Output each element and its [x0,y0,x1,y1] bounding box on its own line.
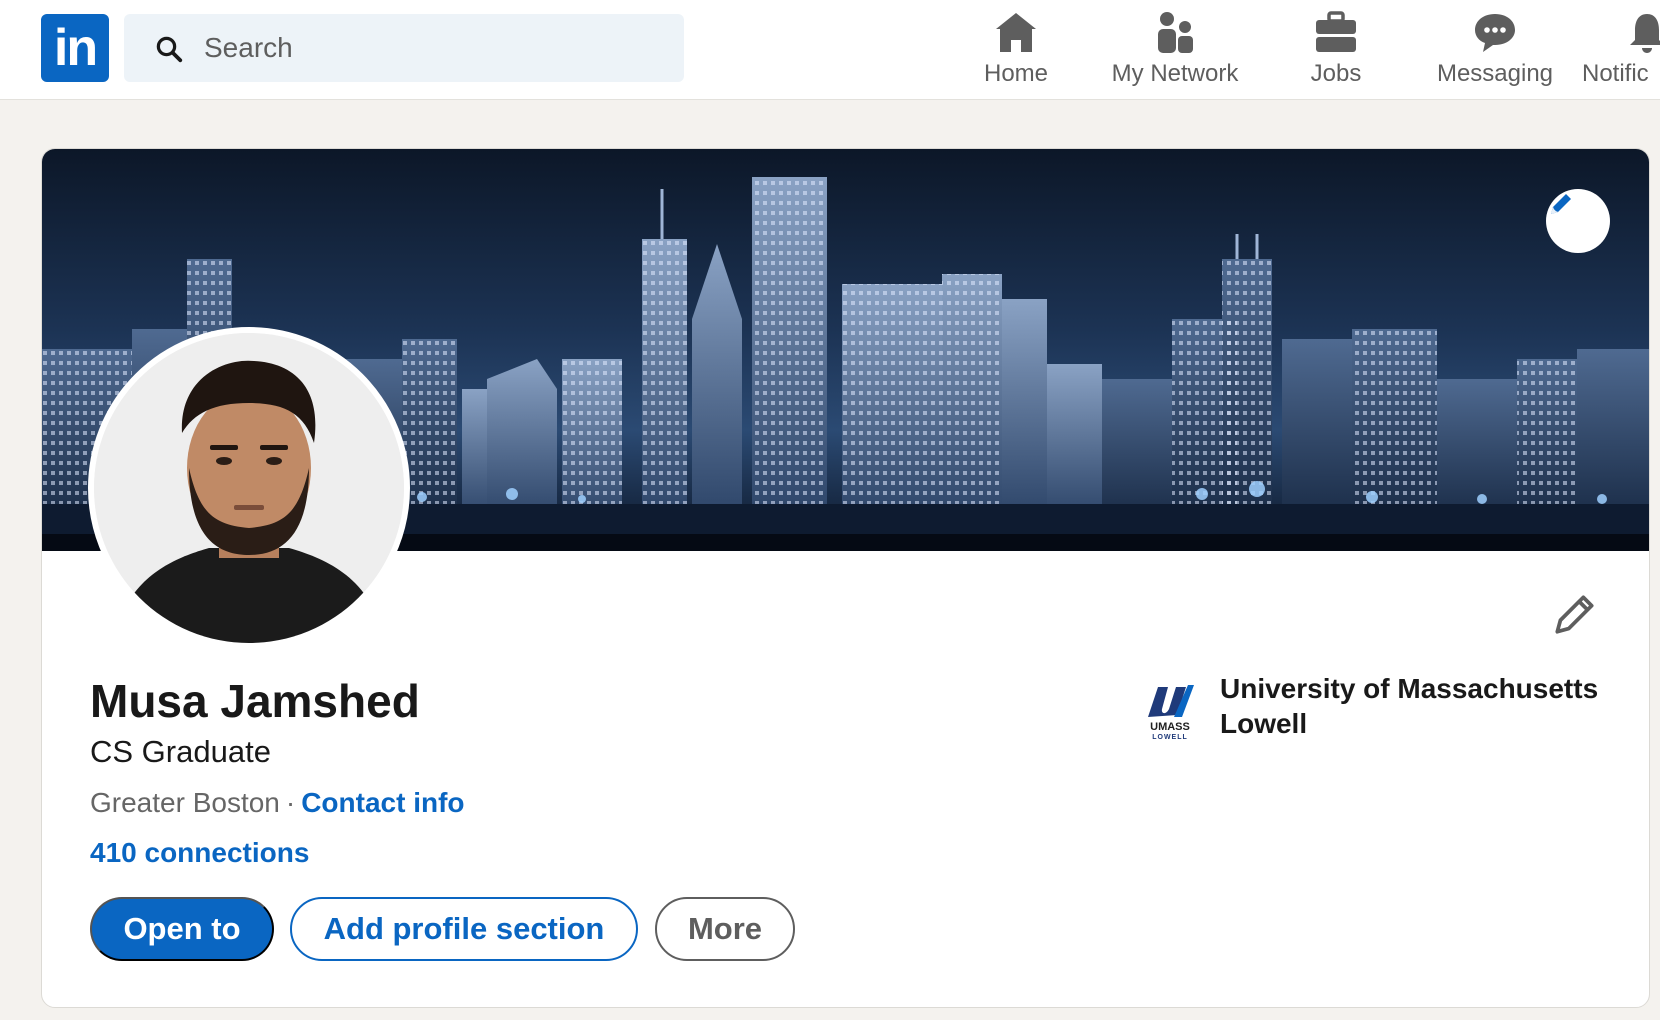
chat-icon [1475,14,1515,52]
more-button[interactable]: More [655,897,795,961]
profile-photo[interactable] [88,327,410,649]
search-bar[interactable] [124,14,684,82]
logo-text-umass: UMASS [1150,721,1190,733]
search-icon [156,36,183,63]
nav-item-notifications[interactable]: Notific [1582,10,1660,90]
profile-card: Musa Jamshed CS Graduate Greater Boston ·… [41,148,1650,1008]
logo-text-lowell: LOWELL [1152,734,1188,741]
person-portrait [94,333,404,643]
umass-lowell-logo: UMASS LOWELL [1144,681,1196,741]
bell-icon [1630,14,1660,53]
nav-label-jobs: Jobs [1310,60,1362,87]
nav-label-notifications: Notific [1582,60,1649,87]
open-to-button[interactable]: Open to [90,897,274,961]
top-nav: in Home My Network Jobs [0,0,1660,100]
pencil-icon [1551,194,1571,214]
profile-location-row: Greater Boston · Contact info [90,787,465,819]
profile-name: Musa Jamshed [90,675,420,727]
edit-intro-pencil-icon[interactable] [1550,589,1600,639]
nav-label-home: Home [983,60,1049,87]
search-input[interactable] [204,14,664,82]
people-icon [1158,12,1193,53]
edit-cover-button[interactable] [1546,189,1610,253]
home-icon [996,13,1036,52]
profile-headline: CS Graduate [90,734,271,769]
separator-dot: · [285,787,296,818]
profile-location: Greater Boston [90,787,280,818]
nav-item-jobs[interactable]: Jobs [1286,10,1386,90]
nav-label-my-network: My Network [1111,60,1239,87]
school-name: University of Massachusetts Lowell [1220,673,1599,739]
contact-info-link[interactable]: Contact info [301,787,464,818]
add-profile-section-button[interactable]: Add profile section [290,897,638,961]
connections-link[interactable]: 410 connections [90,837,309,869]
nav-label-messaging: Messaging [1436,60,1554,87]
nav-item-my-network[interactable]: My Network [1100,10,1250,90]
nav-item-messaging[interactable]: Messaging [1430,10,1560,90]
linkedin-logo[interactable]: in [41,14,109,82]
nav-item-home[interactable]: Home [966,10,1066,90]
briefcase-icon [1316,11,1356,52]
